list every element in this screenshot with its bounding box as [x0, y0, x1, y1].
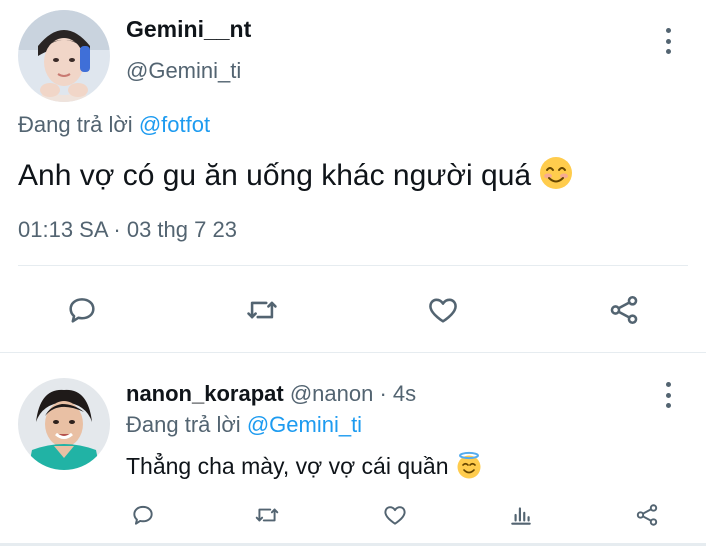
- reply-header: nanon_korapat @nanon · 4s: [126, 381, 416, 407]
- like-icon[interactable]: [423, 290, 463, 330]
- retweet-icon[interactable]: [242, 290, 282, 330]
- tweet-separator: [0, 352, 706, 353]
- smiling-face-emoji: [539, 156, 573, 198]
- tweet-text-content: Thẳng cha mày, vợ vợ cái quần: [126, 453, 455, 480]
- share-icon[interactable]: [632, 500, 662, 530]
- reply-to-link[interactable]: @fotfot: [139, 112, 210, 137]
- more-options-icon[interactable]: [658, 380, 678, 410]
- share-icon[interactable]: [604, 290, 644, 330]
- tweet-text: Anh vợ có gu ăn uống khác người quá: [18, 156, 573, 198]
- reply-context: Đang trả lời @fotfot: [18, 112, 210, 138]
- main-tweet: Gemini__nt @Gemini_ti Đang trả lời @fotf…: [0, 0, 706, 352]
- divider: [18, 265, 688, 266]
- avatar-photo: [18, 10, 110, 102]
- reply-to-link[interactable]: @Gemini_ti: [247, 412, 362, 437]
- user-handle-and-time[interactable]: @nanon · 4s: [284, 381, 416, 406]
- avatar-photo: [18, 378, 110, 470]
- views-icon[interactable]: [506, 500, 536, 530]
- tweet-timestamp[interactable]: 01:13 SA · 03 thg 7 23: [18, 217, 237, 243]
- retweet-icon[interactable]: [252, 500, 282, 530]
- halo-face-emoji: [455, 451, 483, 485]
- reply-icon[interactable]: [62, 290, 102, 330]
- avatar[interactable]: [18, 378, 110, 470]
- tweet-text-content: Anh vợ có gu ăn uống khác người quá: [18, 158, 540, 192]
- reply-prefix: Đang trả lời: [126, 412, 247, 437]
- like-icon[interactable]: [380, 500, 410, 530]
- display-name[interactable]: nanon_korapat: [126, 381, 284, 406]
- reply-icon[interactable]: [128, 500, 158, 530]
- reply-context: Đang trả lời @Gemini_ti: [126, 412, 362, 438]
- reply-prefix: Đang trả lời: [18, 112, 139, 137]
- avatar[interactable]: [18, 10, 110, 102]
- more-options-icon[interactable]: [658, 26, 678, 56]
- tweet-text: Thẳng cha mày, vợ vợ cái quần: [126, 451, 483, 485]
- display-name[interactable]: Gemini__nt: [126, 16, 251, 43]
- user-handle[interactable]: @Gemini_ti: [126, 58, 241, 84]
